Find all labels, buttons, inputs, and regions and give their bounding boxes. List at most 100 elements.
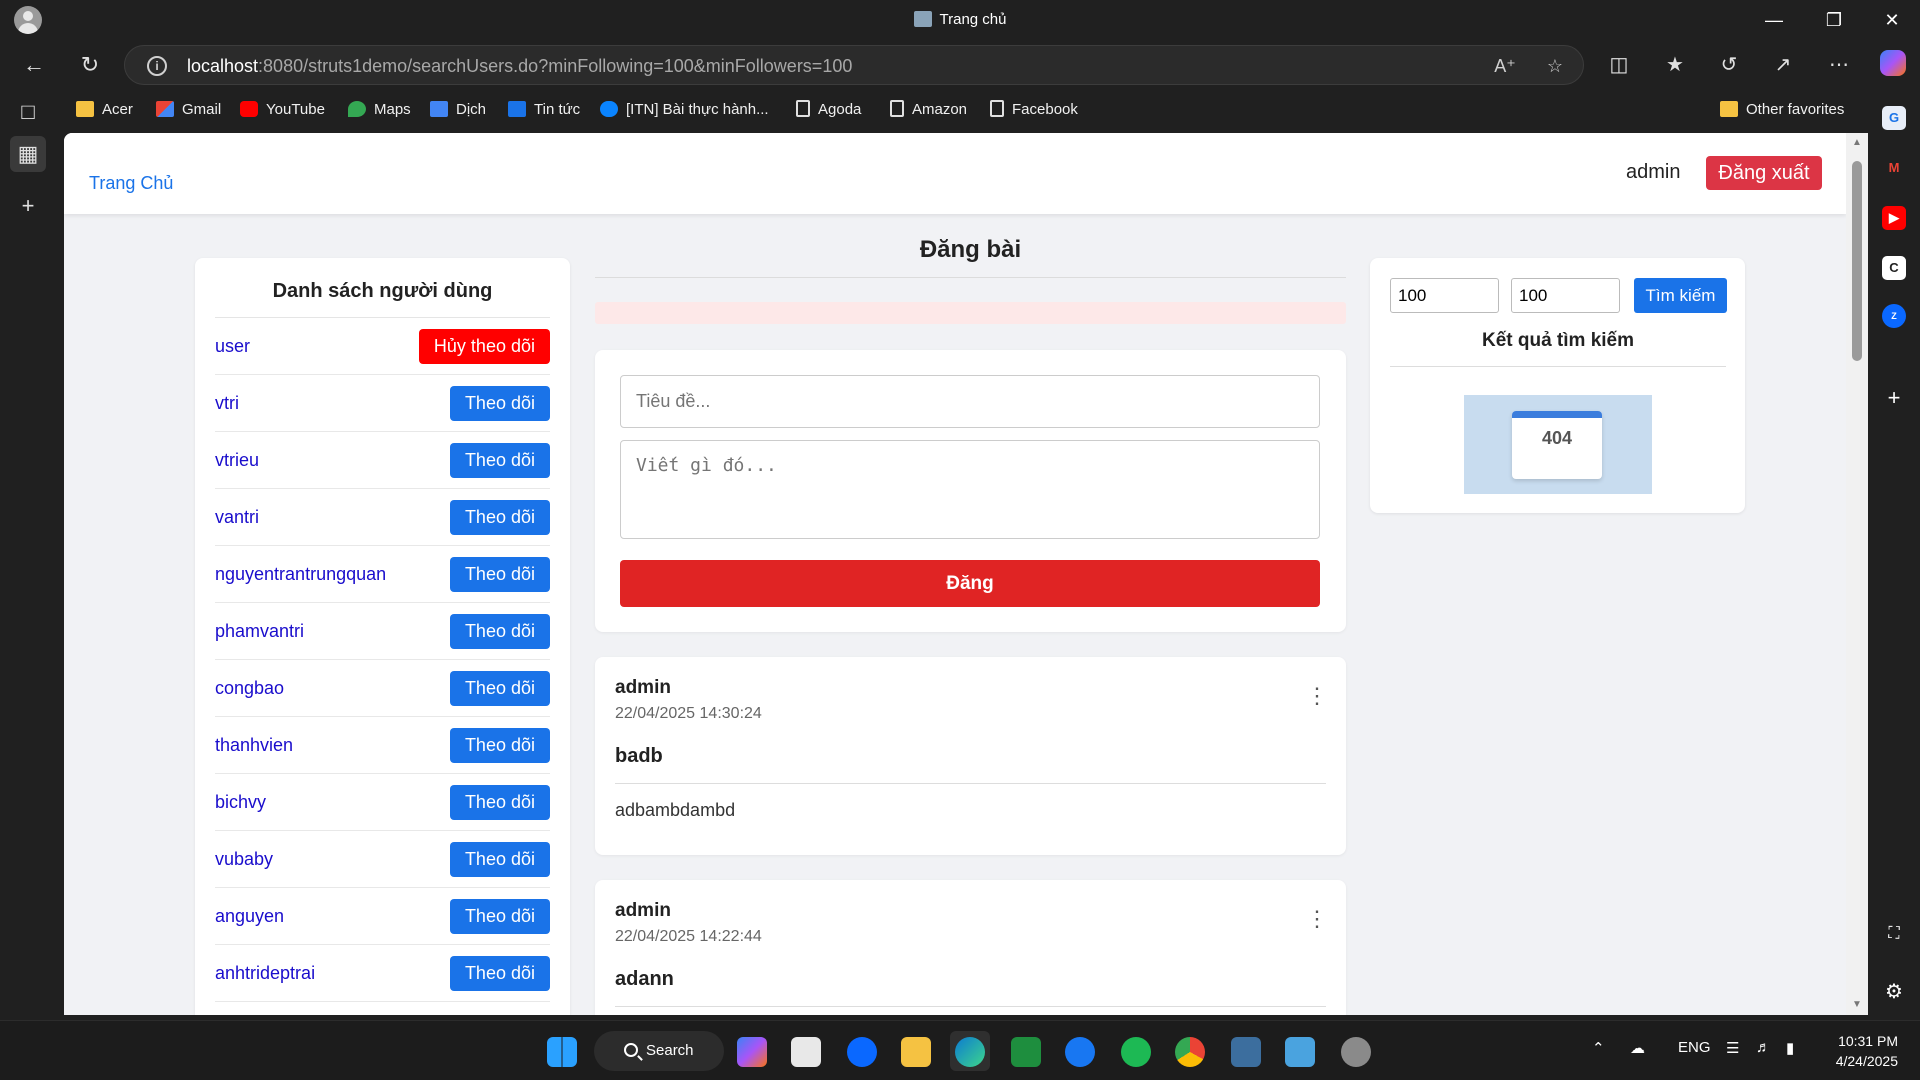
profile-avatar-icon[interactable] — [14, 6, 42, 34]
notepad-icon[interactable] — [1280, 1031, 1320, 1071]
logout-button[interactable]: Đăng xuất — [1706, 156, 1822, 190]
refresh-icon[interactable]: ↻ — [72, 47, 108, 83]
unfollow-button[interactable]: Hủy theo dõi — [418, 329, 550, 364]
post-body-textarea[interactable] — [620, 440, 1320, 539]
chrome-icon[interactable] — [1170, 1031, 1210, 1071]
bookmark-news[interactable]: Tin tức — [508, 98, 580, 122]
user-name-link[interactable]: bichvy — [215, 792, 266, 813]
min-followers-input[interactable] — [1511, 278, 1620, 313]
user-name-link[interactable]: congbao — [215, 678, 284, 699]
settings-gear-icon[interactable]: ⚙ — [1882, 980, 1906, 1004]
edge-browser-icon[interactable] — [950, 1031, 990, 1071]
site-info-icon[interactable]: i — [147, 56, 167, 76]
store-icon[interactable] — [786, 1031, 826, 1071]
bookmark-facebook[interactable]: Facebook — [990, 98, 1078, 122]
taskbar-search[interactable]: Search — [594, 1031, 724, 1071]
follow-button[interactable]: Theo dõi — [449, 785, 550, 820]
bookmark-maps[interactable]: Maps — [348, 98, 411, 122]
cursor-sidebar-icon[interactable]: C — [1882, 256, 1906, 280]
copilot-icon[interactable] — [1880, 50, 1906, 76]
back-icon[interactable]: ← — [16, 47, 52, 83]
minimize-icon[interactable]: — — [1746, 0, 1802, 40]
show-hidden-icons-icon[interactable]: ⌃ — [1592, 1039, 1605, 1057]
read-aloud-icon[interactable]: A⁺ — [1493, 54, 1517, 78]
bookmark-gmail[interactable]: Gmail — [156, 98, 221, 122]
bookmark-amazon[interactable]: Amazon — [890, 98, 967, 122]
user-name-link[interactable]: phamvantri — [215, 621, 304, 642]
translate-sidebar-icon[interactable]: G — [1882, 106, 1906, 130]
volume-icon[interactable]: ♬ — [1756, 1039, 1771, 1056]
address-bar[interactable]: i localhost:8080/struts1demo/searchUsers… — [124, 45, 1584, 85]
screenshot-icon[interactable]: ⛶ — [1882, 922, 1906, 946]
vscode-icon[interactable] — [1226, 1031, 1266, 1071]
follow-button[interactable]: Theo dõi — [449, 671, 550, 706]
user-name-link[interactable]: vubaby — [215, 849, 273, 870]
home-link[interactable]: Trang Chủ — [89, 173, 173, 194]
taskbar-clock[interactable]: 10:31 PM 4/24/2025 — [1822, 1031, 1898, 1071]
user-name-link[interactable]: nguyentrantrungquan — [215, 564, 386, 585]
tab-actions-icon[interactable]: □ — [10, 94, 46, 130]
youtube-sidebar-icon[interactable]: ▶ — [1882, 206, 1906, 230]
follow-button[interactable]: Theo dõi — [449, 386, 550, 421]
language-indicator[interactable]: ENG — [1678, 1039, 1711, 1056]
battery-icon[interactable]: ▮ — [1786, 1039, 1794, 1057]
favorites-icon[interactable]: ★ — [1658, 48, 1692, 82]
restore-icon[interactable]: ❐ — [1806, 0, 1862, 40]
bookmark-itn[interactable]: [ITN] Bài thực hành... — [600, 98, 769, 122]
more-menu-icon[interactable]: ⋯ — [1822, 48, 1856, 82]
scroll-down-icon[interactable]: ▼ — [1851, 999, 1863, 1010]
start-windows-icon[interactable] — [542, 1031, 582, 1071]
user-name-link[interactable]: vtri — [215, 393, 239, 414]
user-name-link[interactable]: anhtrideptrai — [215, 963, 315, 984]
share-icon[interactable]: ↗ — [1766, 48, 1800, 82]
follow-button[interactable]: Theo dõi — [449, 443, 550, 478]
favorite-star-icon[interactable]: ☆ — [1543, 54, 1567, 78]
page-scrollbar[interactable]: ▲ ▼ — [1846, 133, 1868, 1015]
url-text[interactable]: localhost:8080/struts1demo/searchUsers.d… — [187, 56, 852, 77]
scroll-thumb[interactable] — [1852, 161, 1862, 361]
bookmark-agoda[interactable]: Agoda — [796, 98, 861, 122]
bookmark-youtube[interactable]: YouTube — [240, 98, 325, 122]
spotify-icon[interactable] — [1116, 1031, 1156, 1071]
copilot-app-icon[interactable] — [732, 1031, 772, 1071]
zalo-app-icon[interactable] — [842, 1031, 882, 1071]
active-tab-icon[interactable]: ▦ — [10, 136, 46, 172]
facebook-app-icon[interactable] — [1060, 1031, 1100, 1071]
bookmark-translate[interactable]: Dịch — [430, 98, 486, 122]
user-name-link[interactable]: anguyen — [215, 906, 284, 927]
user-name-link[interactable]: vantri — [215, 507, 259, 528]
add-sidebar-icon[interactable]: + — [1882, 386, 1906, 410]
scroll-up-icon[interactable]: ▲ — [1851, 137, 1863, 148]
follow-button[interactable]: Theo dõi — [449, 500, 550, 535]
follow-button[interactable]: Theo dõi — [449, 557, 550, 592]
zalo-sidebar-icon[interactable]: Z — [1882, 304, 1906, 328]
onedrive-tray-icon[interactable]: ☁ — [1630, 1039, 1645, 1057]
bookmark-other-favorites[interactable]: Other favorites — [1720, 98, 1844, 122]
min-following-input[interactable] — [1390, 278, 1499, 313]
post-title-input[interactable] — [620, 375, 1320, 428]
kebab-menu-icon[interactable]: ⋮ — [1306, 908, 1328, 932]
post-author[interactable]: admin — [615, 677, 1326, 699]
settings-app-icon[interactable] — [1336, 1031, 1376, 1071]
kebab-menu-icon[interactable]: ⋮ — [1306, 685, 1328, 709]
follow-button[interactable]: Theo dõi — [449, 614, 550, 649]
post-author[interactable]: admin — [615, 900, 1326, 922]
user-name-link[interactable]: vtrieu — [215, 450, 259, 471]
user-name-link[interactable]: thanhvien — [215, 735, 293, 756]
new-tab-icon[interactable]: + — [10, 188, 46, 224]
follow-button[interactable]: Theo dõi — [449, 842, 550, 877]
file-explorer-icon[interactable] — [896, 1031, 936, 1071]
follow-button[interactable]: Theo dõi — [449, 728, 550, 763]
gmail-sidebar-icon[interactable]: M — [1882, 156, 1906, 180]
wifi-icon[interactable]: ☰ — [1726, 1039, 1739, 1057]
follow-button[interactable]: Theo dõi — [449, 899, 550, 934]
search-button[interactable]: Tìm kiếm — [1634, 278, 1727, 313]
post-submit-button[interactable]: Đăng — [620, 560, 1320, 607]
classroom-icon[interactable] — [1006, 1031, 1046, 1071]
bookmark-acer[interactable]: Acer — [76, 98, 133, 122]
split-screen-icon[interactable]: ◫ — [1602, 48, 1636, 82]
user-name-link[interactable]: user — [215, 336, 250, 357]
history-icon[interactable]: ↺ — [1712, 48, 1746, 82]
close-icon[interactable]: ✕ — [1864, 0, 1920, 40]
follow-button[interactable]: Theo dõi — [449, 956, 550, 991]
